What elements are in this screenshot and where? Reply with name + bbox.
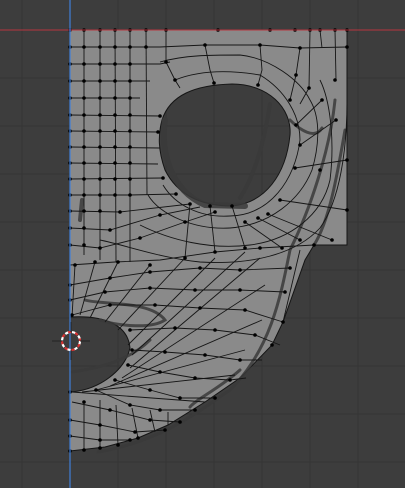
3d-viewport[interactable]	[0, 0, 405, 488]
viewport-canvas[interactable]	[0, 0, 405, 488]
3d-cursor-icon[interactable]	[52, 322, 90, 360]
mesh-object[interactable]	[68, 28, 349, 454]
